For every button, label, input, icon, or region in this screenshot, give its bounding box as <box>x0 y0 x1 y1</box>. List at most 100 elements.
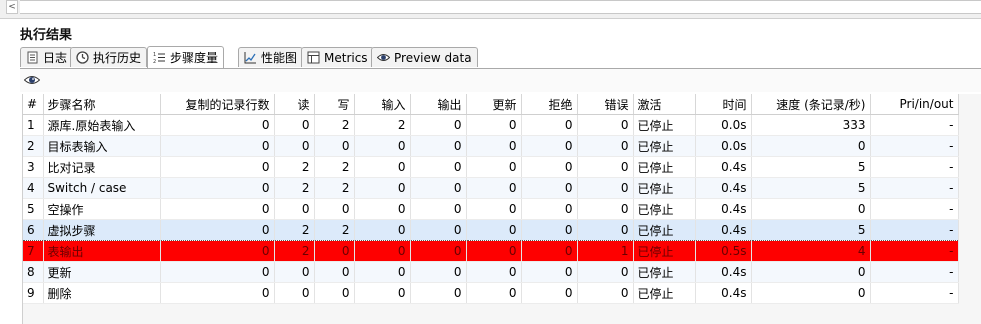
table-cell: 0.4s <box>695 156 752 178</box>
table-row[interactable]: 5 空操作 0 0 0 0 0 0 0 0 已停止 0.4s 0- <box>23 198 959 220</box>
table-cell: 0 <box>521 282 578 304</box>
table-cell: 已停止 <box>633 198 696 220</box>
table-cell: 0 <box>354 135 411 157</box>
table-cell: 0 <box>354 156 411 178</box>
table-cell: 0 <box>160 156 275 178</box>
table-cell: 0 <box>521 240 578 262</box>
table-cell: 2 <box>274 219 315 241</box>
table-row[interactable]: 8 更新 0 0 0 0 0 0 0 0 已停止 0.4s 0- <box>23 261 959 283</box>
table-cell: 0 <box>314 261 355 283</box>
table-cell: 0 <box>751 261 871 283</box>
table-row[interactable]: 9 删除 0 0 0 0 0 0 0 0 已停止 0.4s 0- <box>23 282 959 304</box>
table-cell: 5 <box>751 177 871 199</box>
history-icon <box>76 51 89 64</box>
table-cell: 5 <box>23 198 44 220</box>
table-cell: 333 <box>751 114 871 136</box>
table-cell: 空操作 <box>43 198 161 220</box>
tab-step-metrics-label: 步骤度量 <box>170 51 219 65</box>
tab-log[interactable]: 日志 <box>20 47 74 67</box>
table-cell: 0 <box>160 114 275 136</box>
table-cell: 0 <box>354 282 411 304</box>
table-cell: 3 <box>23 156 44 178</box>
table-row[interactable]: 6 虚拟步骤 0 2 2 0 0 0 0 0 已停止 0.4s 5- <box>23 219 959 241</box>
table-row[interactable]: 2 目标表输入 0 0 0 0 0 0 0 0 已停止 0.0s 0- <box>23 135 959 157</box>
col-header[interactable]: 更新 <box>466 94 522 115</box>
panel-title: 执行结果 <box>20 28 73 43</box>
table-cell: 6 <box>23 219 44 241</box>
table-cell: 0 <box>577 198 634 220</box>
table-cell: 0 <box>160 219 275 241</box>
eye-icon[interactable] <box>23 73 41 87</box>
table-cell: - <box>870 282 959 304</box>
col-header[interactable]: 拒绝 <box>521 94 578 115</box>
col-header[interactable]: 激活 <box>633 94 696 115</box>
table-cell: 已停止 <box>633 240 696 262</box>
tab-step-metrics[interactable]: 12 步骤度量 <box>147 46 225 68</box>
table-cell: 2 <box>274 156 315 178</box>
table-row[interactable]: 1 源库.原始表输入 0 0 2 2 0 0 0 0 已停止 0.0s 333- <box>23 114 959 136</box>
table-cell: - <box>870 156 959 178</box>
log-icon <box>26 51 39 64</box>
col-header[interactable]: 输出 <box>410 94 467 115</box>
scroll-track[interactable] <box>20 0 981 14</box>
col-header[interactable]: 错误 <box>577 94 634 115</box>
col-header[interactable]: 速度 (条记录/秒) <box>751 94 871 115</box>
step-metrics-grid: # 步骤名称 复制的记录行数 读 写 输入 输出 更新 拒绝 错误 激活 时间 … <box>22 94 981 324</box>
table-cell: 2 <box>314 177 355 199</box>
scroll-left-button[interactable]: < <box>6 0 18 14</box>
svg-text:1: 1 <box>153 52 156 58</box>
table-cell: 1 <box>577 240 634 262</box>
table-cell: 0 <box>314 135 355 157</box>
col-header[interactable]: 复制的记录行数 <box>160 94 275 115</box>
tab-preview-data[interactable]: Preview data <box>371 47 478 67</box>
table-cell: 0 <box>314 240 355 262</box>
table-cell: 0 <box>466 282 522 304</box>
tab-performance-chart-label: 性能图 <box>261 51 298 65</box>
table-cell: 0 <box>751 135 871 157</box>
table-cell: 0 <box>314 198 355 220</box>
performance-chart-icon <box>244 51 257 64</box>
table-cell: 已停止 <box>633 177 696 199</box>
col-header[interactable]: 输入 <box>354 94 411 115</box>
preview-eye-icon <box>376 51 391 64</box>
col-header[interactable]: 步骤名称 <box>43 94 161 115</box>
col-header[interactable]: Pri/in/out <box>870 94 959 115</box>
table-cell: 0 <box>160 282 275 304</box>
tab-performance-chart[interactable]: 性能图 <box>238 47 304 67</box>
table-cell: 0 <box>410 240 467 262</box>
col-header[interactable]: # <box>23 94 44 115</box>
table-cell: 0 <box>160 261 275 283</box>
col-header[interactable]: 时间 <box>695 94 752 115</box>
table-row[interactable]: 3 比对记录 0 2 2 0 0 0 0 0 已停止 0.4s 5- <box>23 156 959 178</box>
table-cell: 0 <box>274 198 315 220</box>
table-cell: 0 <box>274 114 315 136</box>
table-row[interactable]: 7 表输出 0 2 0 0 0 0 0 1 已停止 0.5s 4- <box>23 240 959 262</box>
table-row[interactable]: 4 Switch / case 0 2 2 0 0 0 0 0 已停止 0.4s 5- <box>23 177 959 199</box>
tab-history[interactable]: 执行历史 <box>70 47 148 67</box>
table-cell: 5 <box>751 156 871 178</box>
table-cell: 2 <box>314 219 355 241</box>
col-header[interactable]: 写 <box>314 94 355 115</box>
table-cell: 0 <box>466 261 522 283</box>
table-cell: 删除 <box>43 282 161 304</box>
table-cell: 已停止 <box>633 156 696 178</box>
table-cell: Switch / case <box>43 177 161 199</box>
table-cell: - <box>870 114 959 136</box>
table-cell: 2 <box>314 114 355 136</box>
table-cell: 0 <box>274 261 315 283</box>
col-header[interactable]: 读 <box>274 94 315 115</box>
table-cell: 0 <box>577 177 634 199</box>
tab-metrics[interactable]: Metrics <box>301 47 374 67</box>
table-cell: 0 <box>521 135 578 157</box>
table-cell: 0 <box>314 282 355 304</box>
table-cell: 0 <box>160 135 275 157</box>
table-cell: - <box>870 198 959 220</box>
table-cell: 比对记录 <box>43 156 161 178</box>
table-cell: 0 <box>354 240 411 262</box>
top-scrollbar[interactable]: < <box>0 0 981 19</box>
table-cell: 0 <box>577 261 634 283</box>
table-cell: 0 <box>410 156 467 178</box>
table-cell: 0 <box>354 219 411 241</box>
table-cell: 2 <box>23 135 44 157</box>
table-cell: 2 <box>354 114 411 136</box>
